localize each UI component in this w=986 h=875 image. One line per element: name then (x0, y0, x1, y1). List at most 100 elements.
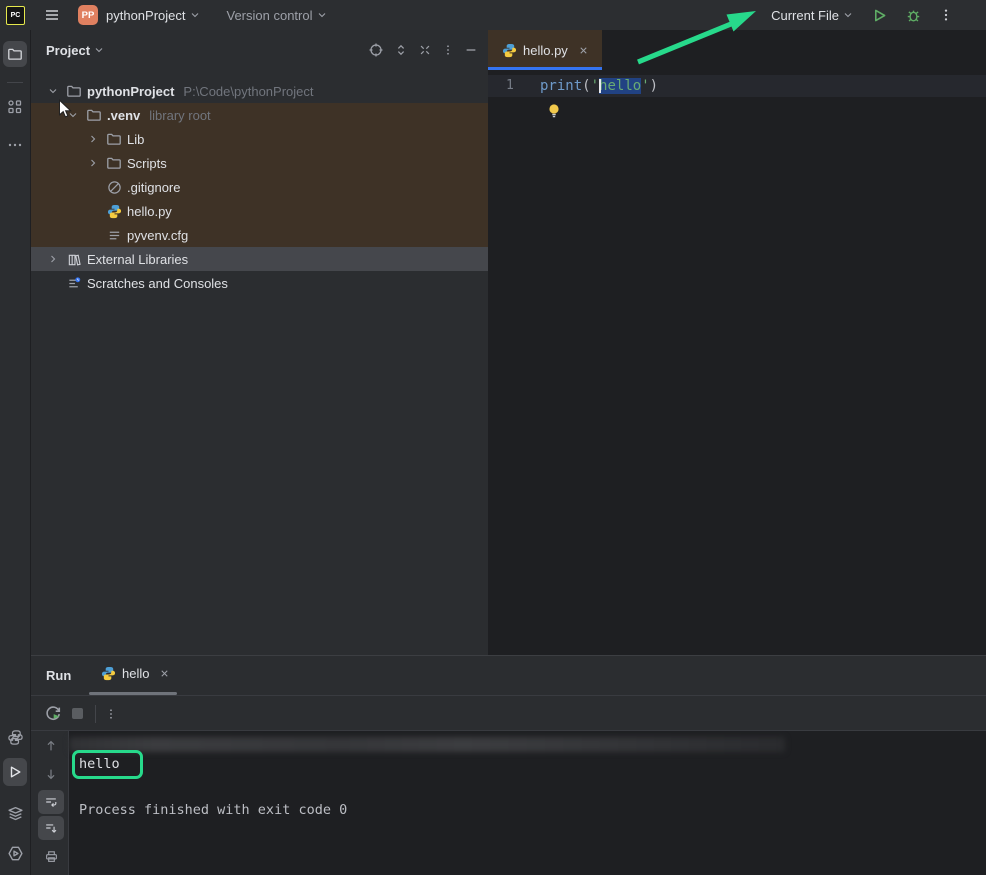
project-view-selector[interactable]: Project (31, 43, 105, 58)
debug-bug-button[interactable] (905, 7, 922, 24)
chevron-down-icon (189, 9, 201, 21)
run-tool-window-button[interactable] (3, 758, 27, 786)
run-panel-title: Run (46, 668, 71, 683)
active-tab-indicator (488, 67, 602, 70)
pycharm-window: PC PP pythonProject Version control Curr… (0, 0, 986, 875)
pycharm-logo-icon: PC (6, 6, 25, 25)
project-badge[interactable]: PP (78, 5, 98, 25)
ignored-file-icon (106, 179, 122, 195)
close-icon[interactable] (159, 668, 170, 679)
project-tool-button[interactable] (3, 41, 27, 67)
code-line[interactable]: print('hello') (540, 76, 658, 96)
kebab-icon[interactable] (105, 706, 117, 722)
folder-icon (66, 83, 82, 99)
chevron-right-icon[interactable] (85, 155, 101, 171)
down-arrow-icon[interactable] (38, 762, 64, 786)
tree-item-label: .gitignore (127, 180, 180, 195)
python-file-icon (101, 666, 116, 681)
code-token-print: print (540, 78, 582, 94)
project-switcher[interactable]: pythonProject (106, 8, 201, 23)
run-button[interactable] (871, 7, 888, 24)
run-panel: Run hello (31, 655, 986, 875)
tree-item-scripts[interactable]: Scripts (31, 151, 488, 175)
hamburger-icon[interactable] (44, 7, 60, 23)
lightbulb-icon[interactable] (546, 102, 562, 120)
divider (31, 695, 986, 696)
selected-text: hello (599, 78, 641, 94)
target-icon[interactable] (368, 42, 384, 58)
line-number: 1 (506, 78, 514, 93)
project-panel: Project (31, 30, 488, 655)
close-icon[interactable] (578, 45, 589, 56)
library-icon (66, 251, 82, 267)
text-file-icon (106, 227, 122, 243)
annotation-highlight-box (72, 750, 143, 779)
chevron-down-icon[interactable] (65, 107, 81, 123)
tree-item-label: pythonProject (87, 84, 174, 99)
collapse-all-icon[interactable] (418, 42, 432, 58)
folder-icon (106, 131, 122, 147)
chevron-down-icon (93, 44, 105, 56)
python-file-icon (502, 43, 517, 58)
tree-item-label: pyvenv.cfg (127, 228, 188, 243)
tree-item-lib[interactable]: Lib (31, 127, 488, 151)
up-arrow-icon[interactable] (38, 734, 64, 758)
chevron-down-icon (316, 9, 328, 21)
project-panel-header: Project (31, 30, 488, 70)
structure-tool-button[interactable] (3, 94, 27, 120)
expand-all-icon[interactable] (394, 42, 408, 58)
rerun-button[interactable] (44, 704, 62, 722)
title-bar: PC PP pythonProject Version control Curr… (0, 0, 986, 31)
tree-item-external-libraries[interactable]: External Libraries (31, 247, 488, 271)
console-status-line: Process finished with exit code 0 (79, 802, 347, 818)
redacted-command-line (69, 737, 785, 752)
tool-window-stripe (0, 30, 31, 875)
toolbar-divider (95, 705, 96, 723)
code-token-open-paren: ( (582, 78, 590, 94)
tree-item-gitignore[interactable]: .gitignore (31, 175, 488, 199)
tree-item-python-project[interactable]: pythonProject P:\Code\pythonProject (31, 79, 488, 103)
code-token-close-quote: ' (641, 78, 649, 94)
tree-item-scratches[interactable]: Scratches and Consoles (31, 271, 488, 295)
editor-area: hello.py 1 print('hello') (488, 30, 986, 655)
tree-item-pyvenv-cfg[interactable]: pyvenv.cfg (31, 223, 488, 247)
tree-item-label: Scripts (127, 156, 167, 171)
gutter-divider (68, 731, 69, 875)
chevron-down-icon (842, 9, 854, 21)
kebab-icon[interactable] (939, 7, 953, 23)
tree-item-venv[interactable]: .venv library root (31, 103, 488, 127)
tree-item-label: External Libraries (87, 252, 188, 267)
python-console-tool-button[interactable] (3, 724, 27, 750)
tree-item-hint: P:\Code\pythonProject (183, 84, 313, 99)
kebab-icon[interactable] (442, 42, 454, 58)
minimize-icon[interactable] (464, 42, 478, 58)
run-configuration-selector[interactable]: Current File (771, 8, 854, 23)
run-tab-hello[interactable]: hello (101, 666, 170, 681)
tree-item-hello-py[interactable]: hello.py (31, 199, 488, 223)
printer-icon[interactable] (38, 844, 64, 868)
project-switcher-label: pythonProject (106, 8, 186, 23)
more-tool-windows-button[interactable] (3, 132, 27, 158)
services-tool-button[interactable] (3, 800, 27, 826)
tree-item-label: hello.py (127, 204, 172, 219)
chevron-right-icon[interactable] (85, 131, 101, 147)
tree-item-hint: library root (149, 108, 210, 123)
editor-tab-hello-py[interactable]: hello.py (488, 30, 602, 70)
scroll-to-end-toggle[interactable] (38, 816, 64, 840)
stop-icon[interactable] (72, 708, 83, 719)
stripe-divider (7, 82, 23, 83)
chevron-down-icon[interactable] (45, 83, 61, 99)
code-token-close-paren: ) (650, 78, 658, 94)
chevron-right-icon[interactable] (45, 251, 61, 267)
tree-item-label: Lib (127, 132, 144, 147)
tree-item-label: .venv (107, 108, 140, 123)
run-configuration-label: Current File (771, 8, 839, 23)
tree-item-label: Scratches and Consoles (87, 276, 228, 291)
version-control-label: Version control (227, 8, 313, 23)
project-panel-title: Project (46, 43, 90, 58)
scratches-icon (66, 275, 82, 291)
soft-wrap-toggle[interactable] (38, 790, 64, 814)
run-tab-label: hello (122, 666, 149, 681)
version-control-menu[interactable]: Version control (227, 8, 328, 23)
python-packages-tool-button[interactable] (3, 840, 27, 866)
